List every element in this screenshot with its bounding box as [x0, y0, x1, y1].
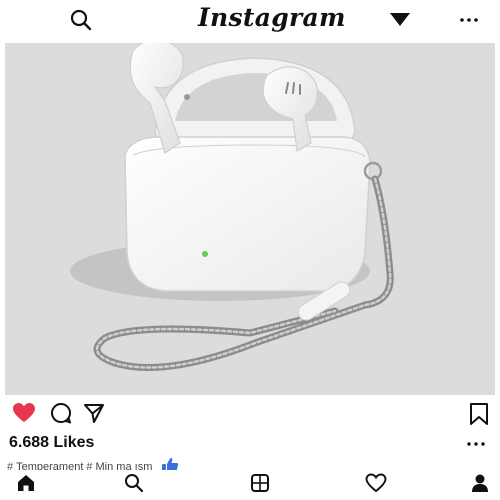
top-bar: Instagram	[0, 0, 500, 40]
post-actions	[0, 396, 500, 436]
likes-count[interactable]: 6.688 Likes	[9, 434, 94, 452]
profile-icon[interactable]	[470, 473, 490, 498]
home-icon[interactable]	[16, 473, 36, 498]
share-icon[interactable]	[83, 402, 105, 429]
like-heart-icon[interactable]	[12, 402, 36, 429]
caret-down-icon[interactable]	[389, 12, 411, 33]
bookmark-icon[interactable]	[469, 402, 489, 431]
bottom-nav	[0, 470, 500, 500]
search-icon[interactable]	[70, 9, 92, 36]
search-icon[interactable]	[124, 473, 144, 498]
app-title: Instagram	[198, 3, 346, 32]
more-icon[interactable]	[465, 436, 487, 454]
reels-icon[interactable]	[250, 473, 270, 498]
post-image[interactable]	[5, 43, 495, 395]
heart-icon[interactable]	[365, 473, 387, 498]
more-icon[interactable]	[458, 10, 480, 35]
comment-icon[interactable]	[50, 402, 72, 429]
